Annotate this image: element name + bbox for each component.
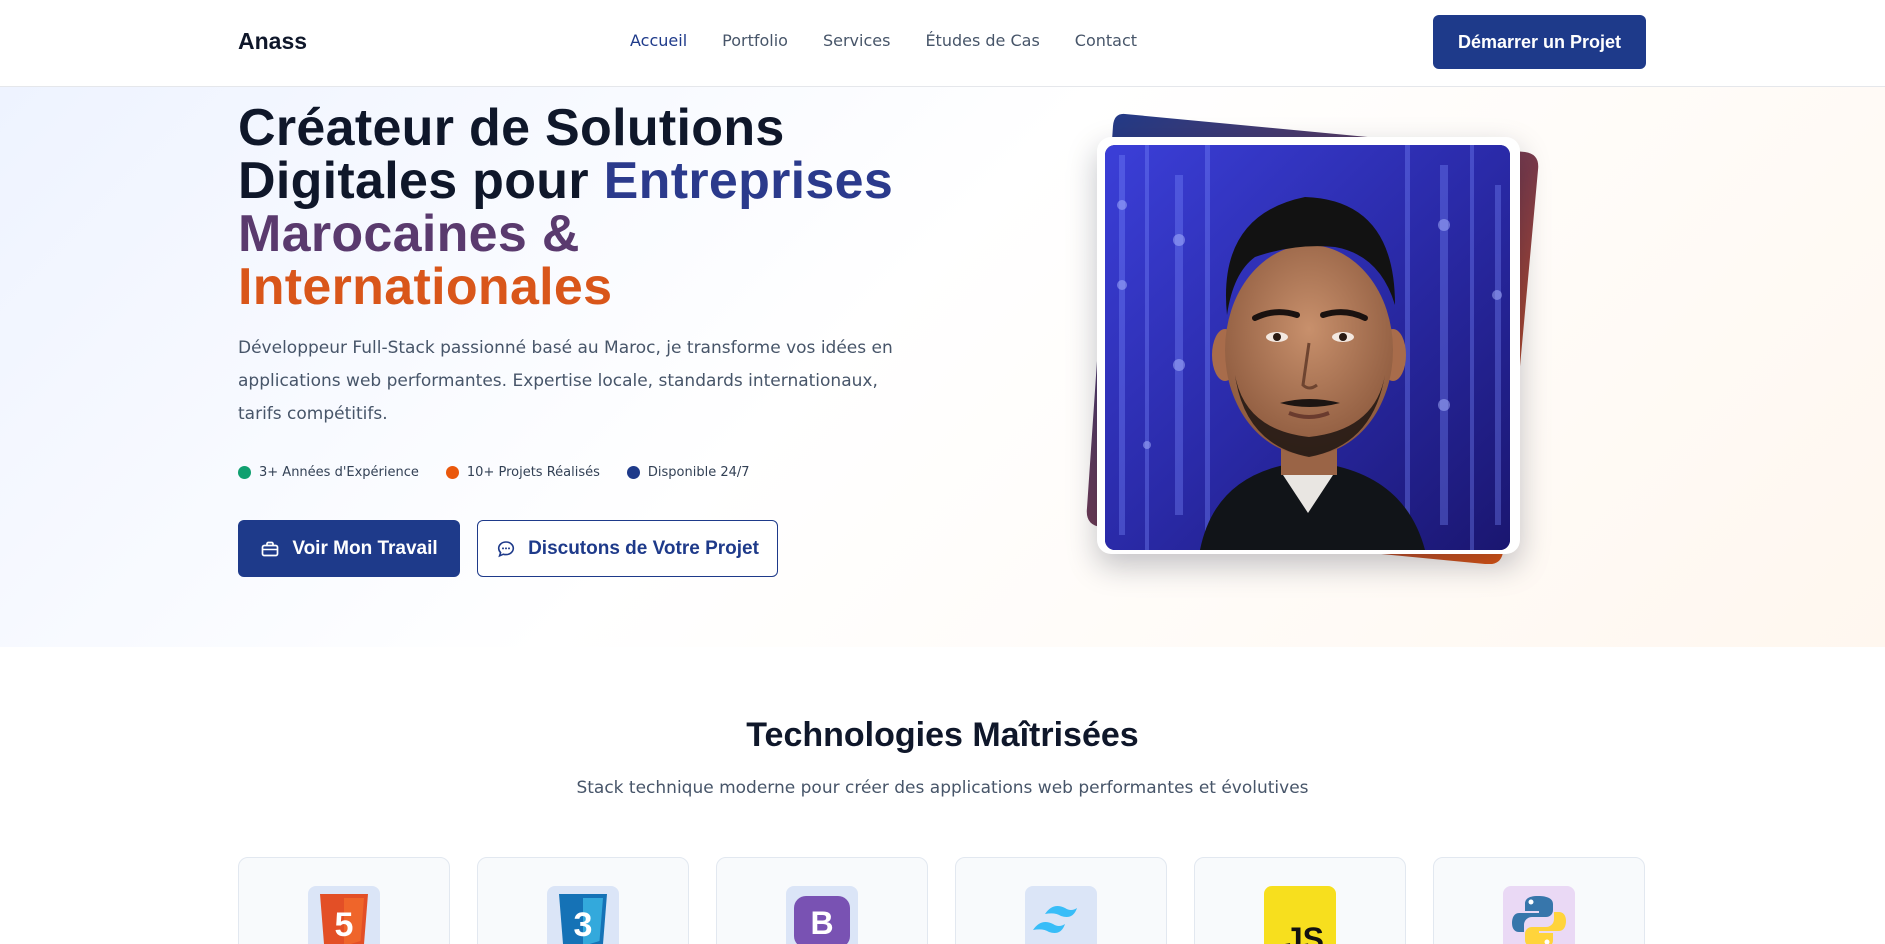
javascript-icon: JS [1264,886,1336,944]
chat-bubble-icon [497,540,515,557]
stat-label: Disponible 24/7 [647,465,750,480]
css3-icon: 3 [547,886,619,944]
hero-title: Créateur de Solutions Digitales pour Ent… [238,102,958,314]
view-work-label: Voir Mon Travail [292,537,438,559]
tech-card-javascript[interactable]: JS [1194,857,1406,944]
nav-link-etudes-de-cas[interactable]: Études de Cas [925,31,1039,50]
nav-links: Accueil Portfolio Services Études de Cas… [630,31,1137,50]
profile-photo [1105,145,1510,550]
hero-title-highlight-1: Entreprises [603,152,894,210]
top-navbar: Anass Accueil Portfolio Services Études … [0,0,1885,87]
hero-section: Créateur de Solutions Digitales pour Ent… [0,87,1885,647]
html5-icon: 5 [308,886,380,944]
discuss-project-button[interactable]: Discutons de Votre Projet [477,520,778,577]
portrait-image [1105,145,1510,550]
stat-label: 10+ Projets Réalisés [466,465,600,480]
hero-stats: 3+ Années d'Expérience 10+ Projets Réali… [238,465,750,480]
bootstrap-icon: B [786,886,858,944]
discuss-project-label: Discutons de Votre Projet [528,537,759,559]
status-dot-icon [626,466,640,479]
status-dot-icon [445,466,459,479]
stat-availability: Disponible 24/7 [626,465,750,480]
nav-link-services[interactable]: Services [823,31,890,50]
hero-subtitle: Développeur Full-Stack passionné basé au… [238,338,893,424]
briefcase-icon [261,541,279,556]
stat-projects: 10+ Projets Réalisés [445,465,600,480]
hero-title-highlight-3: Internationales [238,258,613,316]
start-project-button[interactable]: Démarrer un Projet [1433,15,1646,69]
tailwind-icon [1025,886,1097,944]
stat-label: 3+ Années d'Expérience [259,465,419,480]
tech-section-title: Technologies Maîtrisées [746,716,1139,754]
svg-text:5: 5 [335,906,354,944]
profile-photo-card [1097,137,1520,554]
tech-card-html5[interactable]: 5 [238,857,450,944]
svg-text:B: B [810,905,833,941]
tech-card-tailwind[interactable] [955,857,1167,944]
tech-section-subtitle: Stack technique moderne pour créer des a… [576,778,1309,798]
python-icon [1503,886,1575,944]
tech-card-python[interactable] [1433,857,1645,944]
tech-card-bootstrap[interactable]: B [716,857,928,944]
stat-experience: 3+ Années d'Expérience [238,465,419,480]
nav-link-contact[interactable]: Contact [1075,31,1137,50]
view-work-button[interactable]: Voir Mon Travail [238,520,460,577]
hero-title-highlight-2: Marocaines & [238,205,580,263]
svg-text:JS: JS [1285,921,1324,944]
nav-link-portfolio[interactable]: Portfolio [722,31,788,50]
tech-grid: 5 3 B JS [238,857,1645,944]
nav-link-accueil[interactable]: Accueil [630,31,687,50]
status-dot-icon [238,466,251,479]
brand-logo[interactable]: Anass [238,28,307,55]
tech-card-css3[interactable]: 3 [477,857,689,944]
svg-text:3: 3 [574,906,593,944]
